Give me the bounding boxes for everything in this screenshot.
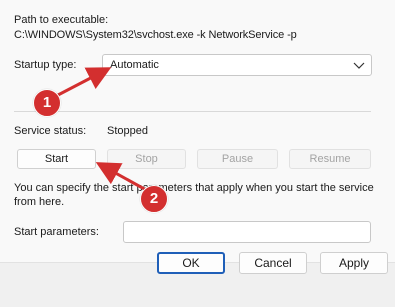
annotation-badge-2: 2: [140, 185, 168, 213]
annotation-arrows: [57, 67, 149, 193]
annotation-arrow-2: [95, 162, 149, 193]
annotation-badge-1: 1: [33, 89, 61, 117]
annotation-arrow-1: [57, 67, 112, 97]
